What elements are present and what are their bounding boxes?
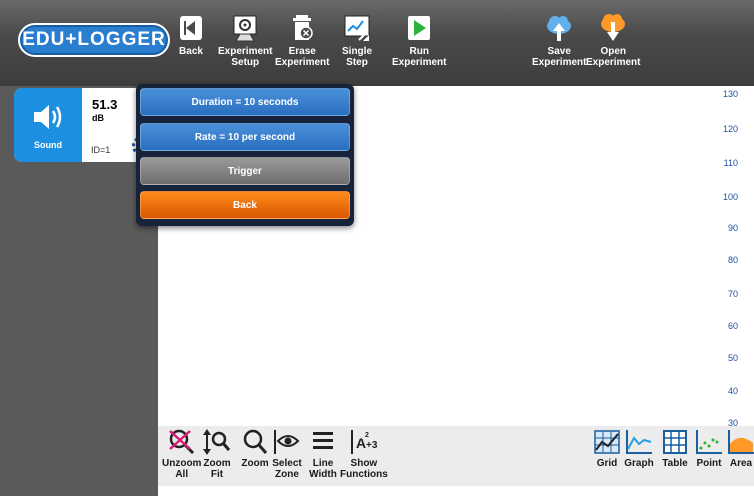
area-button[interactable]: Area bbox=[726, 428, 754, 469]
zoom-button[interactable]: Zoom bbox=[240, 428, 270, 469]
zoom-fit-button[interactable]: Zoom Fit bbox=[202, 428, 232, 480]
show-functions-label: Show Functions bbox=[340, 458, 388, 480]
graph-label: Graph bbox=[624, 458, 654, 469]
line-graph-icon bbox=[626, 430, 652, 454]
svg-text:+3: +3 bbox=[366, 440, 378, 451]
back-button[interactable]: Back bbox=[176, 14, 206, 57]
grid-icon bbox=[594, 430, 620, 454]
save-experiment-button[interactable]: Save Experiment bbox=[532, 14, 586, 68]
svg-text:2: 2 bbox=[365, 432, 369, 439]
back-icon bbox=[180, 16, 202, 40]
experiment-setup-menu: Duration = 10 seconds Rate = 10 per seco… bbox=[136, 84, 354, 226]
y-tick-label: 100 bbox=[722, 192, 738, 202]
area-label: Area bbox=[729, 458, 753, 469]
single-step-button[interactable]: Single Step bbox=[342, 14, 372, 68]
line-width-label: Line Width bbox=[309, 458, 337, 480]
rate-label: Rate = 10 per second bbox=[194, 131, 296, 143]
speaker-icon bbox=[34, 105, 62, 129]
sensor-unit: dB bbox=[92, 113, 104, 123]
y-tick-label: 80 bbox=[727, 255, 738, 265]
sensor-name: Sound bbox=[34, 140, 62, 150]
sensor-id: ID=1 bbox=[91, 145, 111, 155]
select-zone-button[interactable]: Select Zone bbox=[272, 428, 302, 480]
grid-button[interactable]: Grid bbox=[592, 428, 622, 469]
y-tick-label: 70 bbox=[727, 289, 738, 299]
cloud-download-icon bbox=[601, 14, 626, 41]
y-tick-label: 110 bbox=[723, 158, 738, 168]
duration-menu-item[interactable]: Duration = 10 seconds bbox=[140, 88, 350, 116]
sensor-value: 51.3 bbox=[92, 97, 118, 112]
single-step-label: Single Step bbox=[342, 46, 373, 68]
trash-icon bbox=[293, 15, 313, 40]
run-experiment-label: Run Experiment bbox=[392, 46, 447, 68]
experiment-setup-label: Experiment Setup bbox=[218, 46, 273, 68]
zoom-fit-label: Zoom Fit bbox=[203, 458, 231, 480]
graph-button[interactable]: Graph bbox=[624, 428, 654, 469]
trigger-label: Trigger bbox=[228, 165, 262, 177]
grid-label: Grid bbox=[596, 458, 618, 469]
cloud-upload-icon bbox=[547, 16, 572, 41]
save-experiment-label: Save Experiment bbox=[532, 46, 587, 68]
sensor-icon-panel: Sound bbox=[14, 88, 82, 162]
play-icon bbox=[408, 16, 431, 40]
open-experiment-label: Open Experiment bbox=[586, 46, 641, 68]
graph-tools-bar: Unzoom All Zoom Fit Zoom Select Zone Lin… bbox=[158, 426, 754, 486]
open-experiment-button[interactable]: Open Experiment bbox=[586, 14, 640, 68]
back-label: Back bbox=[179, 46, 203, 57]
y-tick-label: 90 bbox=[727, 223, 738, 233]
point-label: Point bbox=[696, 458, 722, 469]
table-icon bbox=[663, 430, 687, 454]
erase-experiment-label: Erase Experiment bbox=[275, 46, 330, 68]
single-step-icon bbox=[344, 15, 370, 41]
run-experiment-button[interactable]: Run Experiment bbox=[392, 14, 446, 68]
point-graph-icon bbox=[696, 430, 722, 454]
zoom-fit-icon bbox=[203, 429, 231, 455]
line-width-button[interactable]: Line Width bbox=[308, 428, 338, 480]
erase-experiment-button[interactable]: Erase Experiment bbox=[275, 14, 329, 68]
experiment-setup-button[interactable]: Experiment Setup bbox=[218, 14, 272, 68]
setup-icon bbox=[233, 15, 257, 42]
unzoom-icon bbox=[168, 429, 194, 455]
select-zone-label: Select Zone bbox=[272, 458, 302, 480]
unzoom-all-label: Unzoom All bbox=[162, 458, 202, 480]
trigger-menu-item[interactable]: Trigger bbox=[140, 157, 350, 185]
zoom-label: Zoom bbox=[241, 458, 269, 469]
menu-back-label: Back bbox=[233, 199, 257, 211]
table-button[interactable]: Table bbox=[660, 428, 690, 469]
y-tick-label: 120 bbox=[722, 124, 738, 134]
y-tick-label: 60 bbox=[727, 321, 738, 331]
line-width-icon bbox=[313, 432, 333, 449]
table-label: Table bbox=[662, 458, 688, 469]
y-tick-label: 40 bbox=[727, 386, 738, 396]
area-graph-icon bbox=[728, 430, 754, 454]
function-icon: A 2 +3 bbox=[350, 430, 378, 454]
unzoom-all-button[interactable]: Unzoom All bbox=[162, 428, 201, 480]
y-tick-label: 50 bbox=[727, 353, 738, 363]
point-button[interactable]: Point bbox=[694, 428, 724, 469]
top-toolbar: EDU+LOGGER Back Experiment Setup Erase E… bbox=[0, 0, 754, 86]
show-functions-button[interactable]: A 2 +3 Show Functions bbox=[340, 428, 388, 480]
eye-icon bbox=[274, 430, 300, 454]
y-tick-label: 130 bbox=[722, 89, 738, 99]
duration-label: Duration = 10 seconds bbox=[191, 96, 299, 108]
menu-back-button[interactable]: Back bbox=[140, 191, 350, 219]
sensor-card-sound[interactable]: Sound 51.3 dB ID=1 bbox=[14, 88, 144, 162]
edulogger-logo: EDU+LOGGER bbox=[18, 23, 170, 57]
rate-menu-item[interactable]: Rate = 10 per second bbox=[140, 123, 350, 151]
bottom-strip bbox=[158, 486, 754, 496]
magnifier-icon bbox=[243, 429, 268, 454]
